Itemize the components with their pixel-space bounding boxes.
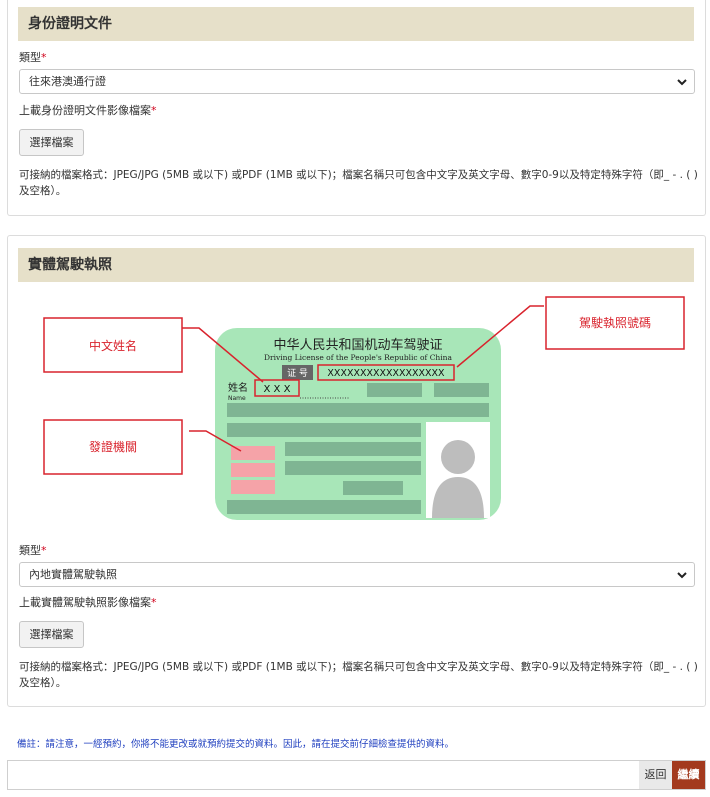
id-type-select[interactable]: 往來港澳通行證 (19, 69, 695, 94)
license-type-selected-value: 內地實體駕駛執照 (29, 568, 117, 581)
driving-license-panel: 實體駕駛執照 中华人民共和国机动车驾驶证 Driving License of … (7, 235, 706, 707)
card-name-label-en: Name (228, 395, 246, 402)
card-name-value: X X X (264, 384, 291, 395)
card-title-cn: 中华人民共和国机动车驾驶证 (273, 337, 442, 353)
card-authority-fields (231, 446, 275, 494)
callout-number-text: 駕駛執照號碼 (579, 316, 651, 330)
submission-remark: 備註：請注意，一經預約，你將不能更改或就預約提交的資料。因此，請在提交前仔細檢查… (17, 739, 455, 750)
chevron-down-icon (677, 572, 687, 579)
chevron-down-icon (677, 79, 687, 86)
id-type-label: 類型* (19, 51, 47, 64)
license-sample-illustration: 中华人民共和国机动车驾驶证 Driving License of the Peo… (43, 296, 685, 520)
back-button[interactable]: 返回 (639, 761, 672, 789)
id-format-note: 可接納的檔案格式：JPEG/JPG (5MB 或以下) 或PDF (1MB 或以… (19, 169, 698, 197)
continue-button[interactable]: 繼續 (672, 761, 705, 789)
card-title-en: Driving License of the People's Republic… (264, 353, 452, 362)
callout-authority-text: 發證機關 (89, 439, 137, 454)
action-bar: 返回 繼續 (7, 760, 706, 790)
license-choose-file-button[interactable]: 選擇檔案 (19, 621, 84, 648)
card-id-number: XXXXXXXXXXXXXXXXXX (327, 368, 445, 379)
license-type-select[interactable]: 內地實體駕駛執照 (19, 562, 695, 587)
license-format-note: 可接納的檔案格式：JPEG/JPG (5MB 或以下) 或PDF (1MB 或以… (19, 661, 698, 689)
id-upload-label: 上載身份證明文件影像檔案* (19, 104, 157, 117)
license-upload-label: 上載實體駕駛執照影像檔案* (19, 596, 157, 609)
card-id-label: 证 号 (287, 368, 308, 379)
license-type-label: 類型* (19, 544, 47, 557)
id-type-selected-value: 往來港澳通行證 (29, 75, 106, 88)
id-choose-file-button[interactable]: 選擇檔案 (19, 129, 84, 156)
id-document-panel: 身份證明文件 類型* 往來港澳通行證 上載身份證明文件影像檔案* 選擇檔案 可接… (7, 0, 706, 216)
card-name-label-cn: 姓名 (228, 381, 248, 394)
id-document-heading: 身份證明文件 (18, 7, 694, 41)
driving-license-heading: 實體駕駛執照 (18, 248, 694, 282)
callout-name-text: 中文姓名 (89, 338, 137, 353)
